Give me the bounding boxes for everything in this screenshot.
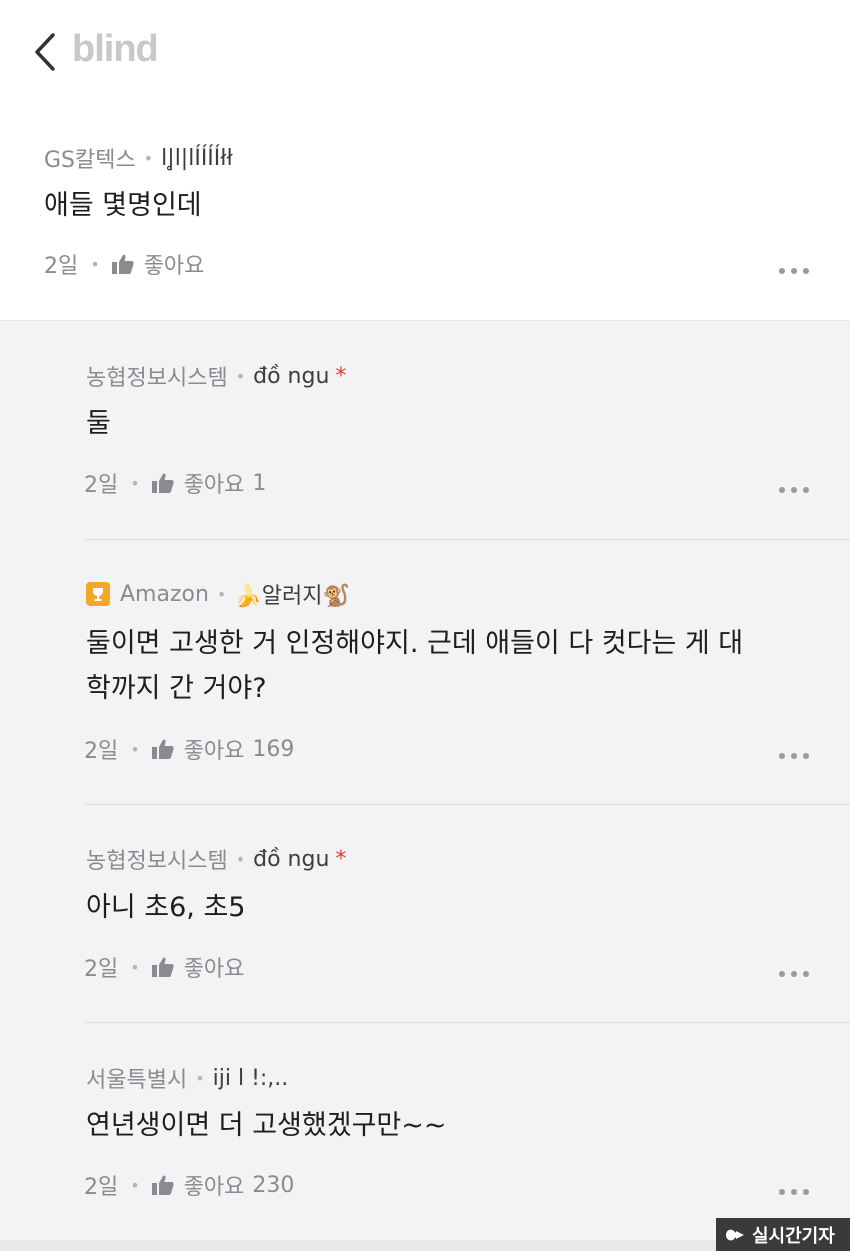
reply-divider (84, 804, 850, 805)
more-options-button[interactable] (779, 753, 809, 759)
more-options-button[interactable] (779, 487, 809, 493)
chevron-left-icon (35, 33, 55, 71)
like-label: 좋아요 (183, 473, 245, 498)
more-dot (791, 753, 797, 759)
more-dot (803, 753, 809, 759)
more-dot (779, 487, 785, 493)
watermark-logo-icon (726, 1229, 744, 1240)
separator-dot: • (143, 148, 154, 168)
more-dot (791, 487, 797, 493)
company-name[interactable]: 농협정보시스템 (86, 843, 228, 875)
reply-time: 2일 (84, 473, 119, 498)
thumbs-up-icon (151, 957, 174, 977)
separator-dot: • (130, 1175, 140, 1195)
more-dot (803, 971, 809, 977)
more-dot (803, 1189, 809, 1195)
company-name[interactable]: 농협정보시스템 (86, 360, 228, 392)
more-dot (791, 971, 797, 977)
more-options-button[interactable] (779, 268, 809, 274)
like-button[interactable]: 좋아요 (111, 248, 205, 280)
comment-meta: GS칼텍스 • l|̥l|lÍÍÍÍłł (44, 142, 233, 174)
author-mark: * (335, 363, 347, 389)
like-label: 좋아요 (143, 254, 205, 279)
reply-text: 둘 (86, 408, 111, 439)
like-count: 1 (252, 470, 267, 496)
nickname[interactable]: đồ ngu (253, 364, 329, 389)
more-dot (803, 487, 809, 493)
watermark: 실시간기자 (716, 1218, 850, 1251)
reply-divider (84, 1022, 850, 1023)
more-options-button[interactable] (779, 1189, 809, 1195)
comment-text: 애들 몇명인데 (44, 190, 202, 221)
reply-actions: 2일 • 좋아요 169 (84, 733, 294, 765)
more-dot (779, 753, 785, 759)
comment-card: GS칼텍스 • l|̥l|lÍÍÍÍłł 애들 몇명인데 2일 • 좋아요 (0, 110, 850, 321)
company-name[interactable]: 서울특별시 (86, 1062, 187, 1094)
separator-dot: • (90, 254, 100, 274)
reply-meta: 농협정보시스템 • đồ ngu * (86, 843, 346, 875)
more-dot (803, 268, 809, 274)
company-name[interactable]: Amazon (120, 582, 209, 607)
like-label: 좋아요 (183, 739, 245, 764)
reply-meta: 서울특별시 • iji l !:,.. (86, 1062, 288, 1094)
reply-actions: 2일 • 좋아요 1 (84, 467, 266, 499)
more-dot (779, 1189, 785, 1195)
like-button[interactable]: 좋아요 1 (151, 467, 267, 499)
thumbs-up-icon (151, 473, 174, 493)
thumbs-up-icon (151, 739, 174, 759)
separator-dot: • (130, 739, 140, 759)
thumbs-up-icon (111, 254, 134, 274)
like-label: 좋아요 (183, 1175, 245, 1200)
reply-time: 2일 (84, 739, 119, 764)
comment-actions: 2일 • 좋아요 (44, 248, 204, 280)
like-button[interactable]: 좋아요 230 (151, 1169, 295, 1201)
nickname[interactable]: l|̥l|lÍÍÍÍłł (161, 146, 233, 171)
app-header: blind (0, 0, 850, 110)
nickname[interactable]: iji l !:,.. (213, 1066, 289, 1091)
back-button[interactable] (28, 30, 62, 74)
nickname[interactable]: đồ ngu (253, 847, 329, 872)
company-name[interactable]: GS칼텍스 (44, 142, 136, 174)
thumbs-up-icon (151, 1175, 174, 1195)
reply-actions: 2일 • 좋아요 230 (84, 1169, 294, 1201)
app-logo: blind (72, 28, 159, 70)
like-label: 좋아요 (183, 957, 245, 982)
more-dot (779, 971, 785, 977)
separator-dot: • (195, 1068, 205, 1088)
separator-dot: • (235, 366, 246, 386)
reply-time: 2일 (84, 1175, 119, 1200)
more-dot (791, 1189, 797, 1195)
more-dot (779, 268, 785, 274)
reply-text: 아니 초6, 초5 (86, 892, 246, 923)
reply-text-line: 학까지 간 거야? (86, 673, 267, 704)
like-button[interactable]: 좋아요 (151, 951, 245, 983)
comment-time: 2일 (44, 254, 79, 279)
reply-text: 연년생이면 더 고생했겠구만~~ (86, 1110, 447, 1141)
trophy-icon (86, 582, 110, 606)
separator-dot: • (130, 957, 140, 977)
reply-meta: 농협정보시스템 • đồ ngu * (86, 360, 346, 392)
more-options-button[interactable] (779, 971, 809, 977)
like-button[interactable]: 좋아요 169 (151, 733, 295, 765)
nickname[interactable]: 🍌알러지🐒 (234, 578, 350, 610)
reply-divider (84, 539, 850, 540)
separator-dot: • (216, 584, 227, 604)
reply-time: 2일 (84, 957, 119, 982)
reply-actions: 2일 • 좋아요 (84, 951, 244, 983)
author-mark: * (335, 846, 347, 872)
watermark-text: 실시간기자 (752, 1225, 835, 1247)
reply-meta: Amazon • 🍌알러지🐒 (86, 578, 350, 610)
separator-dot: • (130, 473, 140, 493)
separator-dot: • (235, 849, 246, 869)
like-count: 169 (252, 736, 295, 762)
like-count: 230 (252, 1172, 295, 1198)
more-dot (791, 268, 797, 274)
